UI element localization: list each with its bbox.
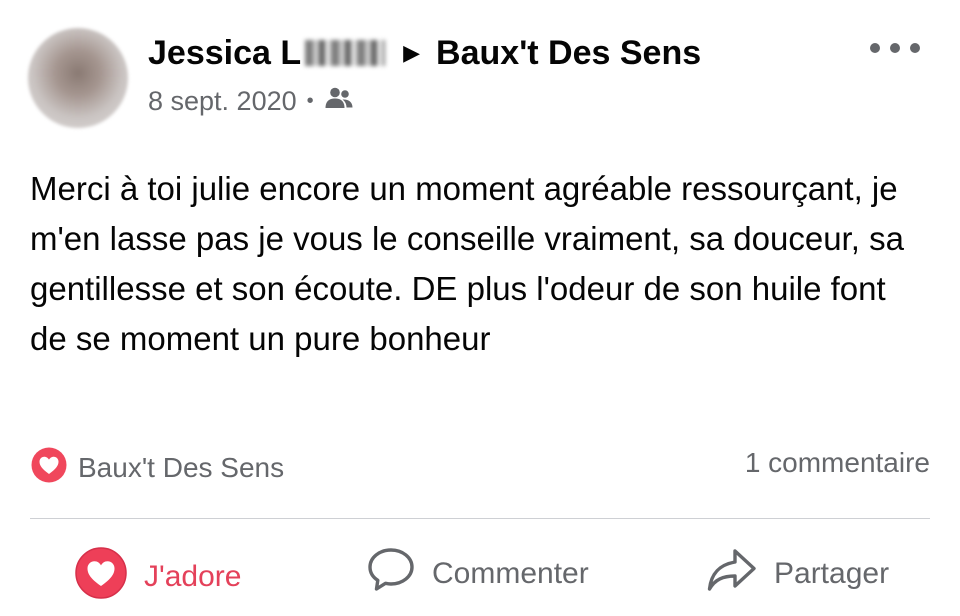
share-button[interactable]: Partager bbox=[706, 546, 889, 602]
reactions-summary[interactable]: Baux't Des Sens bbox=[30, 446, 284, 489]
share-icon bbox=[706, 546, 758, 602]
dot bbox=[910, 43, 920, 53]
friends-icon[interactable] bbox=[324, 86, 354, 117]
dot bbox=[870, 43, 880, 53]
arrow-right-icon: ▶ bbox=[403, 40, 421, 65]
author-name-blurred bbox=[305, 40, 386, 66]
author-avatar[interactable] bbox=[28, 28, 128, 128]
comments-count[interactable]: 1 commentaire bbox=[745, 447, 930, 479]
reactions-label: Baux't Des Sens bbox=[78, 451, 285, 483]
love-icon bbox=[74, 546, 128, 608]
post-date[interactable]: 8 sept. 2020 bbox=[148, 86, 297, 117]
share-label: Partager bbox=[774, 557, 890, 590]
adore-button[interactable]: J'adore bbox=[74, 546, 241, 608]
page-name[interactable]: Baux't Des Sens bbox=[436, 34, 701, 73]
love-reaction-icon bbox=[30, 446, 68, 489]
meta-separator: • bbox=[306, 90, 314, 112]
comment-icon bbox=[366, 546, 416, 602]
more-dots-icon[interactable] bbox=[870, 38, 920, 58]
dot bbox=[890, 43, 900, 53]
post-text: Merci à toi julie encore un moment agréa… bbox=[30, 170, 904, 357]
divider bbox=[30, 518, 930, 519]
comment-label: Commenter bbox=[432, 557, 589, 590]
post-meta: 8 sept. 2020 • bbox=[148, 86, 354, 117]
adore-label: J'adore bbox=[144, 560, 242, 593]
author-name[interactable]: Jessica L bbox=[148, 34, 301, 73]
comment-button[interactable]: Commenter bbox=[366, 546, 589, 602]
post-header: Jessica L ▶ Baux't Des Sens bbox=[148, 30, 701, 76]
